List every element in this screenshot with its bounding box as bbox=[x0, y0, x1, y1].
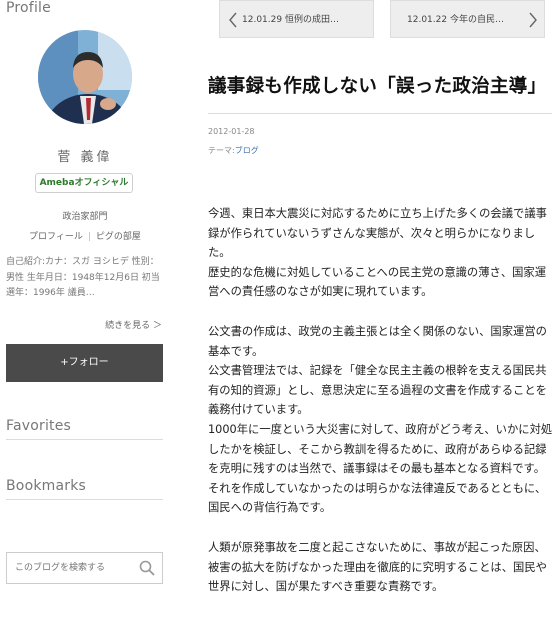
article-title[interactable]: 議事録も作成しない「誤った政治主導」 bbox=[208, 72, 546, 98]
next-entry-label: 12.01.22 今年の自民… bbox=[407, 15, 504, 25]
article-theme: テーマ:ブログ bbox=[208, 145, 259, 156]
theme-label: テーマ: bbox=[208, 146, 235, 155]
article-paragraph: 人類が原発事故を二度と起こさないために、事故が起こった原因、被害の拡大を防げなか… bbox=[208, 540, 547, 594]
read-more-link[interactable]: 続きを見る ＞ bbox=[105, 318, 162, 331]
profile-heading: Profile bbox=[6, 0, 51, 16]
prev-entry-label: 12.01.29 恒例の成田… bbox=[242, 15, 339, 25]
article-paragraph: 公文書の作成は、政党の主義主張とは全く関係のない、国家運営の基本です。 公文書管… bbox=[208, 324, 553, 515]
blog-search-input[interactable] bbox=[15, 553, 135, 583]
official-badge: Amebaオフィシャル bbox=[35, 173, 133, 193]
article-paragraph: 今週、東日本大震災に対応するために立ち上げた多くの会議で議事録が作られていないう… bbox=[208, 207, 547, 299]
pig-room-link[interactable]: ピグの部屋 bbox=[96, 232, 141, 242]
follow-button[interactable]: +フォロー bbox=[6, 344, 163, 382]
title-divider bbox=[208, 113, 552, 114]
blog-search-box bbox=[6, 552, 163, 584]
blogger-name: 菅 義偉 bbox=[57, 150, 113, 165]
category-label[interactable]: 政治家部門 bbox=[0, 209, 170, 222]
theme-link[interactable]: ブログ bbox=[235, 146, 259, 155]
profile-link[interactable]: プロフィール bbox=[29, 232, 83, 242]
article-date: 2012-01-28 bbox=[208, 127, 255, 136]
favorites-heading: Favorites bbox=[6, 418, 72, 434]
chevron-right-icon bbox=[529, 12, 537, 28]
profile-links: プロフィール | ピグの部屋 bbox=[0, 229, 170, 242]
article-body: 今週、東日本大震災に対応するために立ち上げた多くの会議で議事録が作られていないう… bbox=[208, 204, 554, 617]
favorites-divider bbox=[6, 439, 163, 440]
bookmarks-heading: Bookmarks bbox=[6, 478, 87, 494]
self-introduction: 自己紹介:カナ：スガ ヨシヒデ 性別：男性 生年月日：1948年12月6日 初当… bbox=[6, 257, 160, 298]
search-icon[interactable] bbox=[138, 559, 156, 577]
link-separator: | bbox=[87, 232, 91, 242]
bookmarks-divider bbox=[6, 499, 163, 500]
avatar-photo bbox=[38, 30, 132, 124]
avatar[interactable] bbox=[38, 30, 132, 124]
prev-entry-button[interactable]: 12.01.29 恒例の成田… bbox=[219, 0, 374, 38]
chevron-left-icon bbox=[229, 12, 237, 28]
next-entry-button[interactable]: 12.01.22 今年の自民… bbox=[390, 0, 545, 38]
sidebar: Profile 菅 義偉 Amebaオフィシャル 政治家部門 プロフィール | ピグ… bbox=[0, 0, 170, 620]
